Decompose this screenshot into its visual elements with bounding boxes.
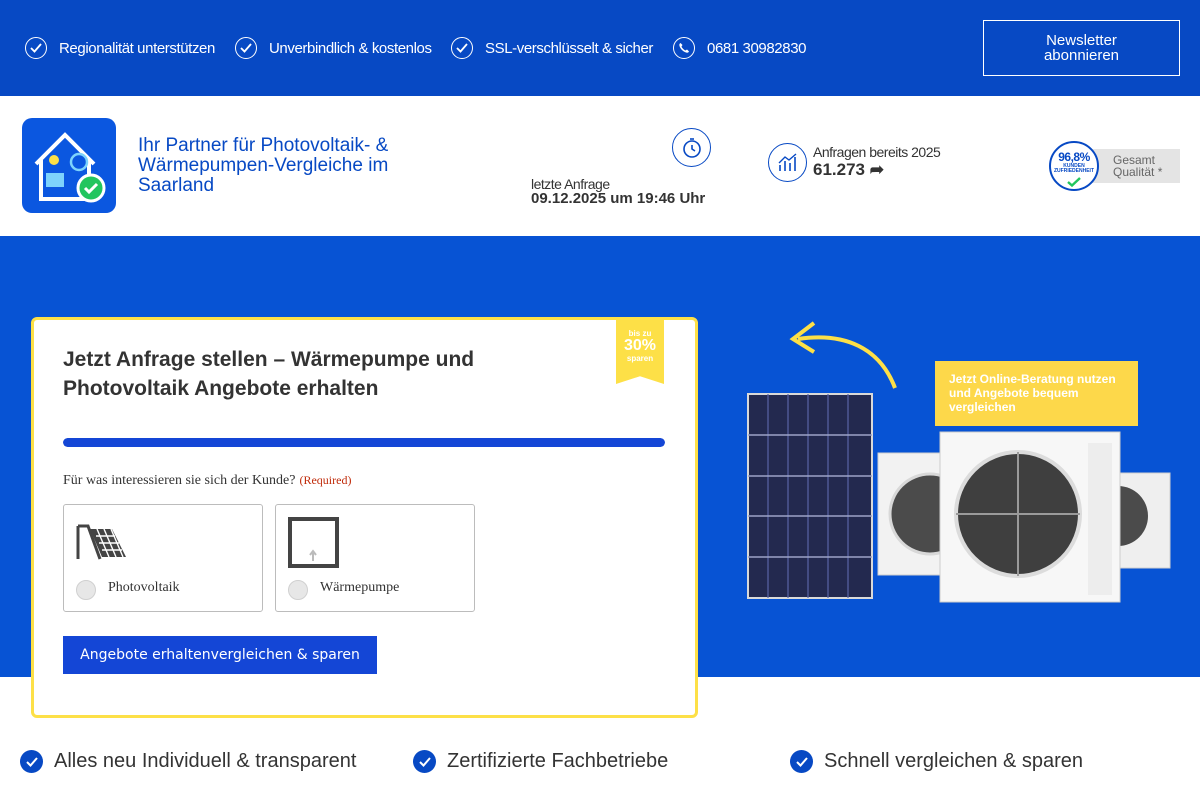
requests-value: 61.273 ➦ (813, 160, 884, 179)
newsletter-button[interactable]: Newsletter abonnieren (983, 20, 1180, 76)
question-label: Für was interessieren sie sich der Kunde… (63, 473, 351, 489)
last-request-value: 09.12.2025 um 19:46 Uhr (531, 190, 706, 207)
phone-icon (673, 37, 695, 59)
check-icon (413, 750, 436, 773)
progress-bar (63, 438, 665, 447)
question-text: Für was interessieren sie sich der Kunde… (63, 473, 296, 488)
solar-panel-icon (747, 393, 873, 599)
usp-regionality: Regionalität unterstützen (25, 37, 215, 59)
phone-link[interactable]: 0681 30982830 (673, 37, 806, 59)
usp-label: SSL-verschlüsselt & sicher (485, 39, 653, 57)
required-marker: (Required) (299, 473, 352, 487)
usp-label: Unverbindlich & kostenlos (269, 39, 432, 57)
tagline: Ihr Partner für Photovoltaik- & Wärmepum… (138, 135, 389, 196)
radio-photovoltaik[interactable] (76, 580, 96, 600)
promo-badge: Jetzt Online-Beratung nutzen und Angebot… (935, 361, 1138, 426)
heat-pump-icon (877, 431, 1171, 603)
usp-label: Alles neu Individuell & transparent (54, 750, 357, 772)
usp-ssl: SSL-verschlüsselt & sicher (451, 37, 653, 59)
ribbon-line3: sparen (626, 354, 654, 363)
option-label: Wärmepumpe (320, 580, 400, 595)
seal-subtext: KUNDEN ZUFRIEDENHEIT (1054, 163, 1094, 174)
timer-icon (672, 128, 711, 167)
option-label: Photovoltaik (108, 580, 180, 595)
seal-percent: 96,8% (1058, 150, 1090, 164)
progress-fill (63, 438, 665, 447)
usp-label: Schnell vergleichen & sparen (824, 750, 1084, 772)
satisfaction-seal: 96,8% KUNDEN ZUFRIEDENHEIT (1049, 141, 1099, 191)
check-icon (235, 37, 257, 59)
phone-number[interactable]: 0681 30982830 (707, 40, 806, 57)
growth-chart-icon (768, 143, 807, 182)
house-logo-icon (34, 132, 106, 203)
savings-ribbon: bis zu 30% sparen (616, 319, 664, 384)
ribbon-line2: 30% (623, 337, 657, 354)
top-bar: Regionalität unterstützen Unverbindlich … (0, 0, 1200, 96)
solar-panel-icon (76, 524, 126, 560)
usp-label: Regionalität unterstützen (59, 39, 215, 57)
usp-free: Unverbindlich & kostenlos (235, 37, 432, 59)
radio-waermepumpe[interactable] (288, 580, 308, 600)
usp-transparent: Alles neu Individuell & transparent (20, 750, 356, 773)
logo[interactable] (22, 118, 116, 213)
arrow-icon (797, 335, 897, 389)
option-waermepumpe[interactable]: Wärmepumpe (275, 504, 475, 612)
check-icon (20, 750, 43, 773)
check-icon (790, 750, 813, 773)
usp-certified: Zertifizierte Fachbetriebe (413, 750, 668, 773)
check-icon (1067, 177, 1081, 188)
rating-label: Gesamt Qualität * (1113, 153, 1163, 179)
check-icon (451, 37, 473, 59)
requests-label: Anfragen bereits 2025 (813, 144, 941, 160)
heat-pump-icon (288, 517, 339, 568)
usp-label: Zertifizierte Fachbetriebe (447, 750, 669, 772)
submit-button[interactable]: Angebote erhaltenvergleichen & sparen (63, 636, 377, 674)
option-photovoltaik[interactable]: Photovoltaik (63, 504, 263, 612)
form-title: Jetzt Anfrage stellen – Wärmepumpe und P… (63, 348, 475, 400)
check-icon (25, 37, 47, 59)
usp-fast: Schnell vergleichen & sparen (790, 750, 1083, 773)
